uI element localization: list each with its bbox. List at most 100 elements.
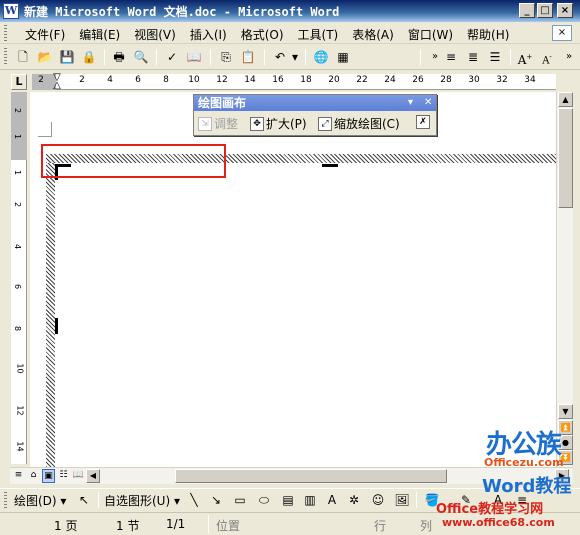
print-icon[interactable]: 🖶 — [110, 48, 128, 66]
ruler-number: 2 — [38, 75, 44, 85]
line-icon[interactable]: ╲ — [186, 492, 202, 508]
scroll-down-button[interactable]: ▼ — [558, 404, 573, 419]
menu-item[interactable]: 帮助(H) — [460, 26, 516, 43]
ruler-number: 14 — [244, 75, 256, 85]
autoshapes-menu-button[interactable]: 自选图形(U) ▾ — [104, 492, 180, 509]
reading-view-icon[interactable]: 📖 — [72, 469, 85, 483]
menu-item[interactable]: 视图(V) — [127, 26, 183, 43]
menu-grip[interactable] — [4, 25, 7, 41]
vertical-scrollbar[interactable]: ▲ ▼ ⏫ ● ⏬ — [556, 92, 573, 467]
open-icon[interactable]: 📂 — [36, 48, 54, 66]
tab-selector[interactable]: L — [11, 74, 27, 90]
fill-color-icon[interactable]: 🪣 — [424, 492, 440, 508]
shrink-font-icon[interactable]: A- — [538, 48, 556, 66]
scroll-up-button[interactable]: ▲ — [558, 92, 573, 107]
menu-item[interactable]: 工具(T) — [291, 26, 346, 43]
scale-drawing-button[interactable]: ⤢ 缩放绘图(C) — [318, 115, 400, 132]
select-objects-icon[interactable]: ↖ — [76, 492, 92, 508]
scroll-right-button[interactable]: ▶ — [555, 469, 569, 483]
menu-item[interactable]: 表格(A) — [345, 26, 401, 43]
select-browse-object-button[interactable]: ● — [558, 435, 573, 450]
oval-icon[interactable]: ⬭ — [256, 492, 272, 508]
margin-corner-mark — [38, 136, 52, 137]
menu-item[interactable]: 编辑(E) — [72, 26, 127, 43]
text-wrapping-button[interactable]: ✗ — [416, 115, 430, 129]
horizontal-ruler[interactable]: ▽ △ 2 2 4 6 8 10 12 14 16 18 20 22 24 26 … — [32, 73, 556, 91]
draw-menu-button[interactable]: 绘图(D) ▾ — [14, 492, 66, 509]
close-button[interactable]: × — [557, 3, 573, 18]
highlight-annotation — [41, 144, 226, 178]
maximize-button[interactable]: □ — [537, 3, 553, 18]
close-document-button[interactable]: × — [552, 25, 572, 41]
line-color-icon[interactable]: ✎ — [458, 492, 474, 508]
scroll-left-button[interactable]: ◀ — [86, 469, 100, 483]
previous-page-button[interactable]: ⏫ — [558, 420, 573, 435]
normal-view-icon[interactable]: ≡ — [12, 469, 25, 483]
hyperlink-icon[interactable]: 🌐 — [312, 48, 330, 66]
menu-list: 文件(F) 编辑(E) 视图(V) 插入(I) 格式(O) 工具(T) 表格(A) 窗口(W)… — [18, 26, 516, 43]
status-section: 1 节 — [116, 519, 140, 533]
diagram-icon[interactable]: ✲ — [346, 492, 362, 508]
print-layout-view-icon[interactable]: ▣ — [42, 469, 55, 483]
ruler-number: 6 — [13, 283, 23, 290]
ruler-number: 8 — [13, 325, 23, 332]
close-icon[interactable]: ✕ — [424, 95, 432, 111]
status-bar: 1 页 1 节 1/1 位置 行 列 — [0, 512, 580, 535]
justify-icon[interactable]: ☰ — [486, 48, 504, 66]
toolbar-separator — [210, 49, 211, 65]
drawing-canvas-border-left[interactable] — [46, 163, 55, 467]
clip-art-icon[interactable]: ☺ — [370, 492, 386, 508]
rectangle-icon[interactable]: ▭ — [232, 492, 248, 508]
status-page: 1 页 — [54, 519, 78, 533]
canvas-crop-handle-left[interactable] — [55, 318, 58, 334]
new-icon[interactable]: 🗋 — [14, 48, 32, 66]
draw-menu-label: 绘图(D) — [14, 494, 57, 508]
toolbar-grip[interactable] — [4, 492, 7, 508]
indent-marker[interactable]: ▽ △ — [52, 73, 62, 91]
outline-view-icon[interactable]: ☷ — [57, 469, 70, 483]
picture-icon[interactable]: 🖼 — [394, 492, 410, 508]
menu-item[interactable]: 窗口(W) — [401, 26, 460, 43]
copy-icon[interactable]: ⎘ — [217, 48, 235, 66]
vertical-text-box-icon[interactable]: ▥ — [302, 492, 318, 508]
toolbar-options-icon[interactable]: ▾ — [408, 95, 413, 111]
horizontal-scroll-thumb[interactable] — [175, 469, 447, 483]
menu-item[interactable]: 文件(F) — [18, 26, 72, 43]
toolbar-separator — [420, 49, 421, 65]
next-page-button[interactable]: ⏬ — [558, 450, 573, 465]
menu-item[interactable]: 插入(I) — [183, 26, 234, 43]
fit-button[interactable]: ⇲ 调整 — [198, 115, 238, 132]
canvas-crop-handle-top[interactable] — [322, 164, 338, 167]
wordart-icon[interactable]: A — [324, 492, 340, 508]
menu-item[interactable]: 格式(O) — [234, 26, 291, 43]
undo-icon[interactable]: ↶ — [271, 48, 289, 66]
permission-icon[interactable]: 🔒 — [80, 48, 98, 66]
spelling-icon[interactable]: ✓ — [163, 48, 181, 66]
toolbar-options-icon[interactable]: » — [560, 48, 578, 66]
undo-dropdown-icon[interactable]: ▾ — [290, 48, 300, 66]
scroll-thumb[interactable] — [558, 108, 573, 208]
align-left-icon[interactable]: ≡ — [442, 48, 460, 66]
paste-icon[interactable]: 📋 — [239, 48, 257, 66]
fit-label: 调整 — [214, 117, 239, 131]
web-view-icon[interactable]: ⌂ — [27, 469, 40, 483]
expand-button[interactable]: ✥ 扩大(P) — [250, 115, 307, 132]
research-icon[interactable]: 📖 — [185, 48, 203, 66]
print-preview-icon[interactable]: 🔍 — [132, 48, 150, 66]
grow-font-icon[interactable]: A+ — [516, 48, 534, 67]
line-style-icon[interactable]: ≡ — [514, 492, 530, 508]
save-icon[interactable]: 💾 — [58, 48, 76, 66]
table-icon[interactable]: ▦ — [334, 48, 352, 66]
toolbar-grip[interactable] — [4, 48, 7, 66]
word-doc-icon[interactable]: W — [3, 3, 19, 19]
arrow-icon[interactable]: ↘ — [208, 492, 224, 508]
minimize-button[interactable]: _ — [519, 3, 535, 18]
text-box-icon[interactable]: ▤ — [280, 492, 296, 508]
ruler-number: 2 — [13, 107, 23, 114]
vertical-ruler[interactable]: 2 1 1 2 4 6 8 10 12 14 — [11, 92, 27, 464]
font-color-icon[interactable]: A — [490, 492, 506, 508]
ruler-number: 10 — [15, 363, 25, 374]
ruler-number: 12 — [216, 75, 228, 85]
toolbar-titlebar[interactable]: 绘图画布 ▾ ✕ — [194, 95, 436, 111]
align-center-icon[interactable]: ≣ — [464, 48, 482, 66]
